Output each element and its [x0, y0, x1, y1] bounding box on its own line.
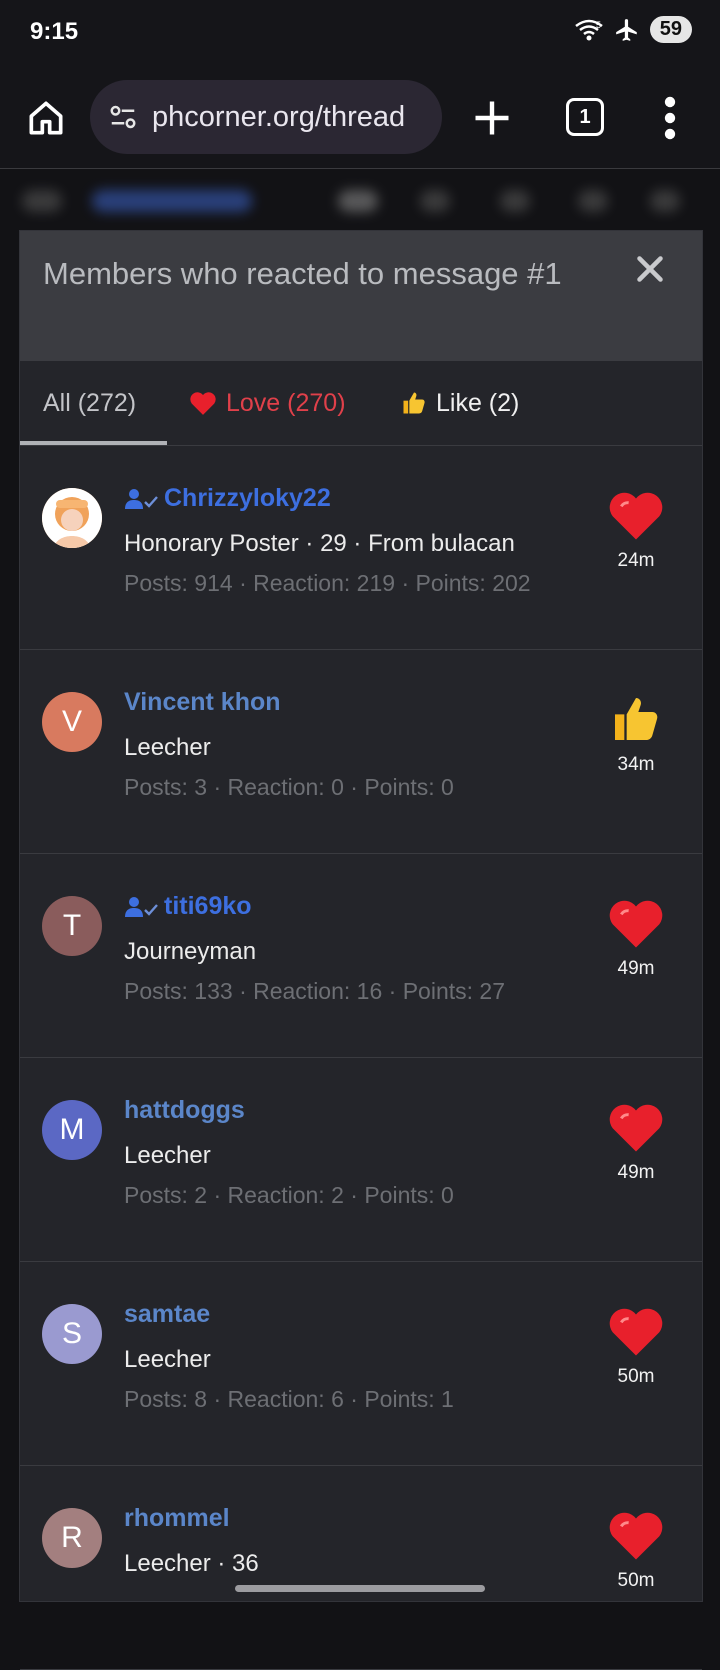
avatar[interactable]: T: [42, 896, 102, 956]
avatar[interactable]: M: [42, 1100, 102, 1160]
member-row[interactable]: Chrizzyloky22 Honorary Poster · 29 · From…: [20, 446, 702, 650]
tab-like-label: Like (2): [436, 388, 520, 417]
reactions-dialog: Members who reacted to message #1 All (2…: [19, 230, 703, 1670]
avatar-letter: M: [59, 1113, 85, 1146]
avatar-photo: [42, 488, 102, 548]
reaction-indicator: [606, 896, 666, 950]
avatar[interactable]: [42, 488, 102, 548]
reaction-time: 24m: [617, 550, 655, 571]
member-title: Leecher: [124, 1346, 211, 1373]
avatar-letter: V: [61, 705, 82, 738]
heart-icon: [609, 1104, 663, 1152]
heart-icon: [609, 1308, 663, 1356]
member-stats: Posts: 8 · Reaction: 6 · Points: 1: [124, 1386, 454, 1412]
status-icons: 5 59: [574, 16, 692, 43]
browser-toolbar: phcorner.org/thread 1: [0, 70, 720, 169]
avatar[interactable]: R: [42, 1508, 102, 1568]
member-row[interactable]: Rrhommel Leecher · 36 50m: [20, 1466, 702, 1670]
battery-indicator: 59: [649, 16, 692, 43]
member-username: Vincent khon: [124, 688, 281, 716]
reaction-time: 50m: [617, 1366, 655, 1387]
active-tab-indicator: [20, 441, 167, 445]
gesture-handle: [235, 1585, 485, 1592]
close-icon[interactable]: [632, 251, 668, 287]
reaction-time: 49m: [617, 1162, 655, 1183]
avatar[interactable]: V: [42, 692, 102, 752]
new-tab-icon[interactable]: [470, 96, 514, 140]
member-username: titi69ko: [164, 892, 252, 920]
member-username-link[interactable]: Chrizzyloky22: [124, 484, 331, 513]
tab-all-label: All (272): [43, 388, 137, 417]
member-row[interactable]: Ssamtae Leecher Posts: 8 · Reaction: 6 · P…: [20, 1262, 702, 1466]
status-bar: 9:15 5 59: [0, 0, 720, 70]
member-row[interactable]: Mhattdoggs Leecher Posts: 2 · Reaction: 2 …: [20, 1058, 702, 1262]
verified-user-icon: [125, 896, 158, 917]
member-username-link[interactable]: samtae: [124, 1300, 210, 1329]
member-username: Chrizzyloky22: [164, 484, 331, 512]
thumbs-up-icon: [403, 392, 425, 414]
member-title: Leecher: [124, 734, 211, 761]
member-list: Chrizzyloky22 Honorary Poster · 29 · From…: [20, 446, 702, 1670]
heart-icon: [609, 1512, 663, 1560]
member-stats: Posts: 3 · Reaction: 0 · Points: 0: [124, 774, 454, 800]
tab-love[interactable]: Love (270): [188, 361, 346, 445]
wifi-icon: 5: [574, 19, 603, 40]
member-username: samtae: [124, 1300, 211, 1328]
reaction-indicator: [606, 1100, 666, 1154]
member-title: Honorary Poster · 29 · From bulacan: [124, 530, 515, 557]
home-icon[interactable]: [24, 96, 68, 140]
site-settings-icon[interactable]: [108, 102, 138, 132]
reaction-indicator: [606, 1508, 666, 1562]
airplane-icon: [615, 18, 637, 41]
heart-icon: [609, 492, 663, 540]
heart-icon: [609, 900, 663, 948]
reaction-time: 50m: [617, 1570, 655, 1591]
member-username-link[interactable]: titi69ko: [124, 892, 252, 921]
wifi-generation: 5: [596, 20, 601, 30]
member-username: hattdoggs: [124, 1096, 245, 1124]
member-title: Leecher: [124, 1142, 211, 1169]
avatar-letter: S: [61, 1317, 82, 1350]
member-username: rhommel: [124, 1504, 230, 1532]
reaction-indicator: [606, 488, 666, 542]
member-stats: Posts: 914 · Reaction: 219 · Points: 202: [124, 570, 531, 596]
member-title: Leecher · 36: [124, 1550, 259, 1577]
member-row[interactable]: V Vincent khon Leecher Posts: 3 · Reaction:…: [20, 650, 702, 854]
avatar-letter: T: [62, 909, 82, 942]
reaction-tabs: All (272) Love (270) Like (2): [20, 361, 702, 446]
member-username-link[interactable]: hattdoggs: [124, 1096, 245, 1125]
url-text[interactable]: phcorner.org/thread: [152, 101, 405, 134]
dialog-title: Members who reacted to message #1: [43, 256, 562, 291]
blurred-page-header: [0, 170, 720, 230]
member-username-link[interactable]: Vincent khon: [124, 688, 281, 717]
member-username-link[interactable]: rhommel: [124, 1504, 230, 1533]
member-stats: Posts: 2 · Reaction: 2 · Points: 0: [124, 1182, 454, 1208]
avatar[interactable]: S: [42, 1304, 102, 1364]
reaction-indicator: [606, 692, 666, 746]
member-stats: Posts: 133 · Reaction: 16 · Points: 27: [124, 978, 505, 1004]
avatar-letter: R: [61, 1521, 83, 1554]
tab-like[interactable]: Like (2): [400, 361, 519, 445]
tab-switcher-button[interactable]: 1: [566, 98, 604, 136]
dialog-header: Members who reacted to message #1: [20, 231, 702, 361]
reaction-time: 49m: [617, 958, 655, 979]
more-menu-icon[interactable]: [660, 94, 680, 142]
verified-user-icon: [125, 488, 158, 509]
reaction-indicator: [606, 1304, 666, 1358]
thumbs-up-icon: [615, 698, 658, 740]
heart-icon: [190, 392, 216, 415]
tab-love-label: Love (270): [226, 388, 346, 417]
status-time: 9:15: [30, 18, 79, 45]
reaction-time: 34m: [617, 754, 655, 775]
tab-all[interactable]: All (272): [43, 361, 136, 445]
address-bar[interactable]: phcorner.org/thread: [90, 80, 442, 154]
member-title: Journeyman: [124, 938, 257, 965]
member-row[interactable]: Ttiti69ko Journeyman Posts: 133 · Reaction…: [20, 854, 702, 1058]
